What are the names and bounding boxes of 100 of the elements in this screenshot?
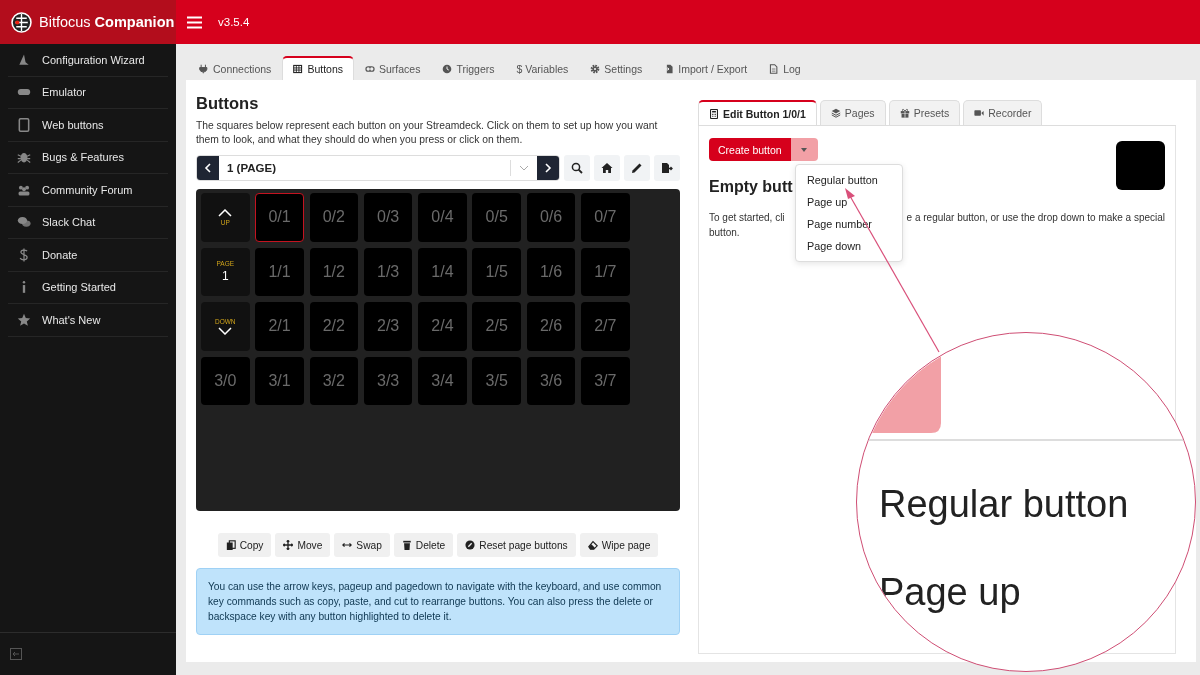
- action-button[interactable]: Reset page buttons: [457, 533, 576, 557]
- grid-button[interactable]: 1/6: [526, 247, 576, 296]
- file-import-icon: [664, 63, 675, 74]
- editor-tab[interactable]: Recorder: [963, 100, 1043, 125]
- toggle-icon: [365, 63, 375, 74]
- grid-button[interactable]: 3/7: [581, 356, 630, 405]
- grid-button[interactable]: 2/5: [472, 302, 521, 351]
- sidebar-item[interactable]: Emulator: [8, 76, 168, 109]
- grid-button[interactable]: 2/2: [309, 302, 359, 351]
- action-button[interactable]: Swap: [334, 533, 390, 557]
- file-export-icon: [661, 162, 673, 174]
- nav-tab[interactable]: $ Variables: [505, 56, 580, 80]
- grid-button[interactable]: 3/1: [255, 356, 304, 405]
- grid-button[interactable]: 1/7: [581, 247, 630, 296]
- sidebar-item[interactable]: Web buttons: [8, 109, 168, 142]
- grid-button[interactable]: 3/0: [201, 356, 250, 405]
- editor-tab[interactable]: Pages: [819, 100, 886, 125]
- grid-button[interactable]: 0/4: [418, 193, 467, 242]
- grid-button[interactable]: 0/7: [581, 193, 630, 242]
- grid-button[interactable]: 3/4: [418, 356, 467, 405]
- grid-button[interactable]: 0/1: [255, 193, 304, 242]
- sidebar-item[interactable]: Slack Chat: [8, 206, 168, 239]
- action-button[interactable]: Wipe page: [579, 533, 659, 557]
- dropdown-item[interactable]: Regular button: [796, 169, 902, 191]
- camera-icon: [974, 108, 985, 118]
- pencil-button[interactable]: [624, 155, 650, 181]
- grid-button[interactable]: 2/3: [363, 302, 413, 351]
- trash-icon: [401, 540, 412, 550]
- dollar-icon: [17, 247, 31, 262]
- menu-icon[interactable]: [187, 15, 202, 29]
- layers-icon: [830, 108, 841, 118]
- search-button[interactable]: [564, 155, 590, 181]
- version-label: v3.5.4: [218, 16, 250, 28]
- chevron-down-icon: [218, 326, 233, 335]
- grid-button[interactable]: 0/6: [526, 193, 576, 242]
- nav-tab[interactable]: Settings: [579, 56, 654, 80]
- move-icon: [283, 540, 294, 550]
- editor-tab[interactable]: Edit Button 1/0/1: [698, 100, 817, 125]
- button-preview: [1116, 141, 1166, 190]
- description-text: The squares below represent each button on your Streamdeck. Click on them to set up how you want them to look, and what they should do when you press or click on them.: [196, 119, 659, 147]
- page-heading: Buttons: [196, 94, 260, 113]
- nav-tab[interactable]: Surfaces: [354, 56, 432, 80]
- grid-button[interactable]: 0/5: [472, 193, 521, 242]
- eraser-icon: [587, 540, 598, 550]
- swap-icon: [342, 540, 353, 550]
- dropdown-item[interactable]: Page down: [796, 235, 902, 257]
- nav-tab[interactable]: Log: [758, 56, 812, 80]
- grid-button[interactable]: 2/6: [526, 302, 576, 351]
- action-button[interactable]: Delete: [393, 533, 454, 557]
- editor-text: button.: [709, 226, 740, 240]
- action-button[interactable]: Move: [275, 533, 331, 557]
- export-button[interactable]: [654, 155, 680, 181]
- nav-tab[interactable]: Connections: [188, 56, 283, 80]
- grid-button[interactable]: 1/3: [363, 247, 413, 296]
- app-title: Bitfocus Companion: [39, 14, 175, 30]
- sidebar-item[interactable]: Community Forum: [8, 174, 168, 207]
- collapse-icon[interactable]: [10, 648, 22, 660]
- sidebar-item[interactable]: Donate: [8, 239, 168, 272]
- grid-button[interactable]: 1/5: [472, 247, 521, 296]
- bug-icon: [17, 150, 31, 165]
- grid-button[interactable]: 0/2: [309, 193, 359, 242]
- nav-tab[interactable]: Buttons: [282, 56, 354, 80]
- grid-button[interactable]: 3/2: [309, 356, 359, 405]
- plug-icon: [199, 63, 209, 74]
- dropdown-toggle[interactable]: [790, 138, 818, 161]
- calculator-icon: [709, 108, 719, 119]
- grid-button[interactable]: 2/7: [581, 302, 630, 351]
- grid-button[interactable]: 2/1: [255, 302, 304, 351]
- pencil-icon: [631, 162, 643, 174]
- copy-icon: [225, 540, 236, 550]
- grid-icon: [293, 64, 304, 74]
- dropdown-item[interactable]: Page up: [796, 191, 902, 213]
- editor-text: To get started, cli: [709, 211, 785, 225]
- sidebar-item[interactable]: Bugs & Features: [8, 141, 168, 174]
- grid-button[interactable]: 3/3: [363, 356, 413, 405]
- grid-button[interactable]: 2/4: [418, 302, 467, 351]
- star-icon: [17, 312, 31, 327]
- sidebar-item[interactable]: What's New: [8, 304, 168, 337]
- info-alert: You can use the arrow keys, pageup and pagedown to navigate with the keyboard, and use common key commands such as copy, paste, and cut to rearrange buttons. You can also press the delete or backspace key with any button highlighted to delete it.: [196, 568, 680, 635]
- grid-button[interactable]: 1/2: [309, 247, 359, 296]
- grid-button[interactable]: 1/1: [255, 247, 304, 296]
- nav-tab[interactable]: Import / Export: [653, 56, 759, 80]
- grid-button[interactable]: 0/3: [363, 193, 413, 242]
- clock-icon: [442, 63, 453, 74]
- nav-tab[interactable]: Triggers: [431, 56, 506, 80]
- grid-button[interactable]: 3/6: [526, 356, 576, 405]
- globe-logo-icon: [11, 11, 32, 33]
- create-button[interactable]: Create button: [709, 138, 791, 161]
- editor-text: e a regular button, or use the drop down to make a special: [906, 211, 1166, 225]
- sidebar-item[interactable]: Getting Started: [8, 271, 168, 304]
- grid-button[interactable]: 1/4: [418, 247, 467, 296]
- sidebar-item[interactable]: Configuration Wizard: [8, 44, 168, 77]
- home-icon: [601, 162, 613, 174]
- chevron-up-icon: [218, 208, 233, 217]
- search-icon: [571, 162, 583, 174]
- action-button[interactable]: Copy: [217, 533, 272, 557]
- gear-icon: [590, 63, 601, 74]
- editor-tab[interactable]: Presets: [888, 100, 961, 125]
- grid-button[interactable]: 3/5: [472, 356, 521, 405]
- home-button[interactable]: [594, 155, 620, 181]
